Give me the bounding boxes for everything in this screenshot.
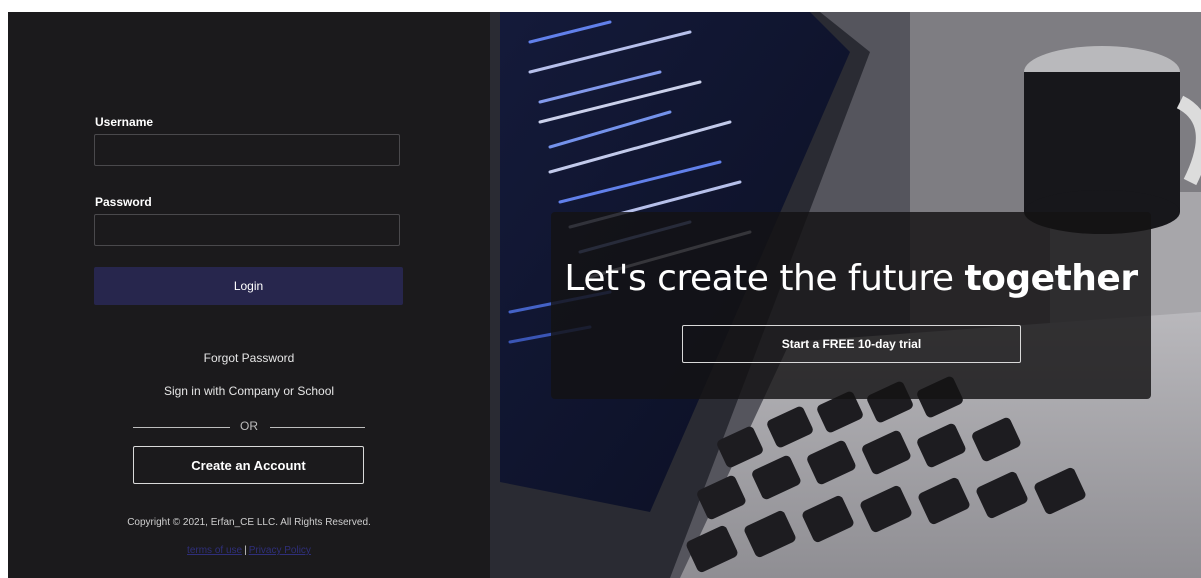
password-input[interactable] (94, 214, 400, 246)
forgot-password-link[interactable]: Forgot Password (8, 351, 490, 365)
start-free-trial-button[interactable]: Start a FREE 10-day trial (682, 325, 1021, 363)
or-divider: OR (133, 419, 365, 434)
terms-of-use-link[interactable]: terms of use (187, 545, 242, 556)
hero-image: Let's create the future together Start a… (490, 12, 1201, 578)
login-panel: Username Password Login Forgot Password … (8, 12, 490, 578)
login-button[interactable]: Login (94, 267, 403, 305)
password-label: Password (95, 195, 152, 209)
hero-card: Let's create the future together Start a… (551, 212, 1151, 399)
top-bar (0, 0, 1201, 12)
sign-in-company-link[interactable]: Sign in with Company or School (8, 384, 490, 398)
hero-title-bold: together (964, 258, 1138, 299)
login-page: Username Password Login Forgot Password … (0, 0, 1201, 578)
legal-links: terms of use | Privacy Policy (8, 545, 490, 556)
copyright-text: Copyright © 2021, Erfan_CE LLC. All Righ… (127, 517, 371, 528)
link-separator: | (244, 545, 247, 556)
hero-title-prefix: Let's create the future (564, 258, 965, 299)
privacy-policy-link[interactable]: Privacy Policy (249, 545, 311, 556)
username-input[interactable] (94, 134, 400, 166)
left-strip (0, 12, 8, 578)
hero-title: Let's create the future together (551, 258, 1151, 299)
create-account-button[interactable]: Create an Account (133, 446, 364, 484)
or-text: OR (240, 419, 258, 433)
divider-line-right (270, 427, 365, 428)
username-label: Username (95, 115, 154, 129)
